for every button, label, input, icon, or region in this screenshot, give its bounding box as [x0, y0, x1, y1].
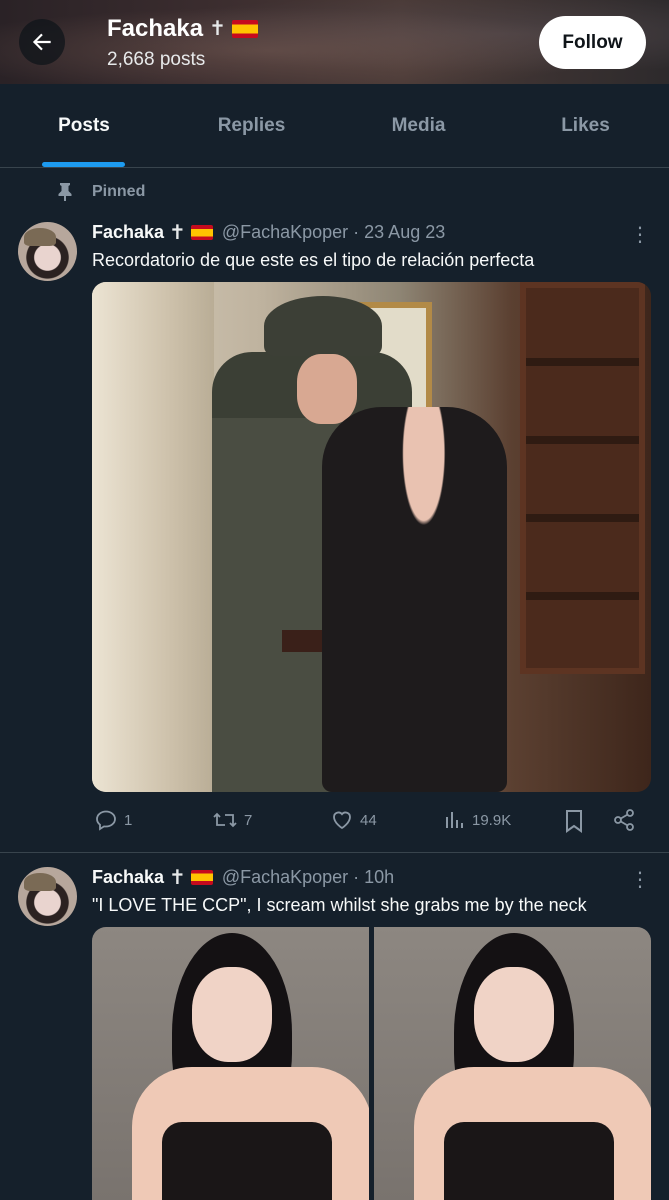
share-icon [614, 809, 634, 831]
spain-flag-icon [231, 20, 258, 38]
cross-icon: ✝ [169, 221, 186, 244]
tweet-author-name[interactable]: Fachaka [92, 222, 164, 243]
tweet-timestamp[interactable]: 23 Aug 23 [364, 222, 445, 243]
views-button[interactable]: 19.9K [444, 808, 511, 832]
cross-icon: ✝ [209, 18, 226, 40]
tab-likes[interactable]: Likes [502, 84, 669, 167]
pinned-indicator: Pinned [56, 182, 145, 202]
back-button[interactable] [19, 19, 65, 65]
retweet-count: 7 [244, 811, 253, 829]
tweet-text: "I LOVE THE CCP", I scream whilst she gr… [92, 895, 587, 915]
posts-count: 2,668 posts [107, 49, 206, 70]
tweet-header: Fachaka ✝ @FachaKpoper · 23 Aug 23 [92, 222, 445, 243]
like-button[interactable]: 44 [330, 808, 377, 832]
tweet-separator: · [353, 867, 360, 887]
retweet-icon [213, 812, 237, 828]
profile-tabs: Posts Replies Media Likes [0, 84, 669, 168]
avatar[interactable] [18, 222, 77, 281]
like-count: 44 [360, 811, 377, 829]
heart-icon [333, 811, 351, 830]
tweet-photos [92, 927, 651, 1200]
reply-icon [96, 810, 116, 831]
tweet-text: Recordatorio de que este es el tipo de r… [92, 250, 535, 270]
views-count: 19.9K [472, 811, 512, 829]
retweet-button[interactable]: 7 [212, 808, 252, 832]
profile-name: Fachaka ✝ [107, 15, 258, 43]
tab-replies[interactable]: Replies [168, 84, 335, 167]
tweet-author-handle[interactable]: @FachaKpoper [222, 867, 348, 888]
pinned-label: Pinned [92, 183, 146, 200]
more-options-icon[interactable]: ⋮ [630, 222, 650, 247]
tweet-photo[interactable] [92, 282, 651, 792]
arrow-left-icon [32, 33, 51, 51]
tweet-author-handle[interactable]: @FachaKpoper [222, 222, 348, 243]
tab-posts[interactable]: Posts [0, 84, 168, 167]
profile-name-text: Fachaka [107, 15, 204, 42]
views-icon [446, 812, 463, 828]
more-options-icon[interactable]: ⋮ [630, 867, 650, 892]
tweet-divider [0, 852, 669, 853]
follow-button[interactable]: Follow [539, 16, 646, 69]
reply-count: 1 [124, 811, 133, 829]
tweet-photo-right[interactable] [374, 927, 651, 1200]
tweet-header: Fachaka ✝ @FachaKpoper · 10h [92, 867, 394, 888]
pin-icon [58, 183, 72, 201]
tweet-timestamp[interactable]: 10h [364, 867, 394, 888]
bookmark-button[interactable] [563, 808, 585, 834]
tweet-author-name[interactable]: Fachaka [92, 867, 164, 888]
reply-button[interactable]: 1 [94, 808, 132, 832]
share-button[interactable] [612, 808, 636, 832]
tweet-actions: 1 7 44 19.9K [92, 808, 651, 838]
tab-media[interactable]: Media [335, 84, 502, 167]
spain-flag-icon [190, 225, 213, 240]
tweet-separator: · [353, 222, 360, 242]
avatar[interactable] [18, 867, 77, 926]
profile-header: Fachaka ✝ 2,668 posts Follow [0, 0, 669, 84]
bookmark-icon [566, 810, 582, 833]
tweet-photo-left[interactable] [92, 927, 369, 1200]
spain-flag-icon [190, 870, 213, 885]
cross-icon: ✝ [169, 866, 186, 889]
